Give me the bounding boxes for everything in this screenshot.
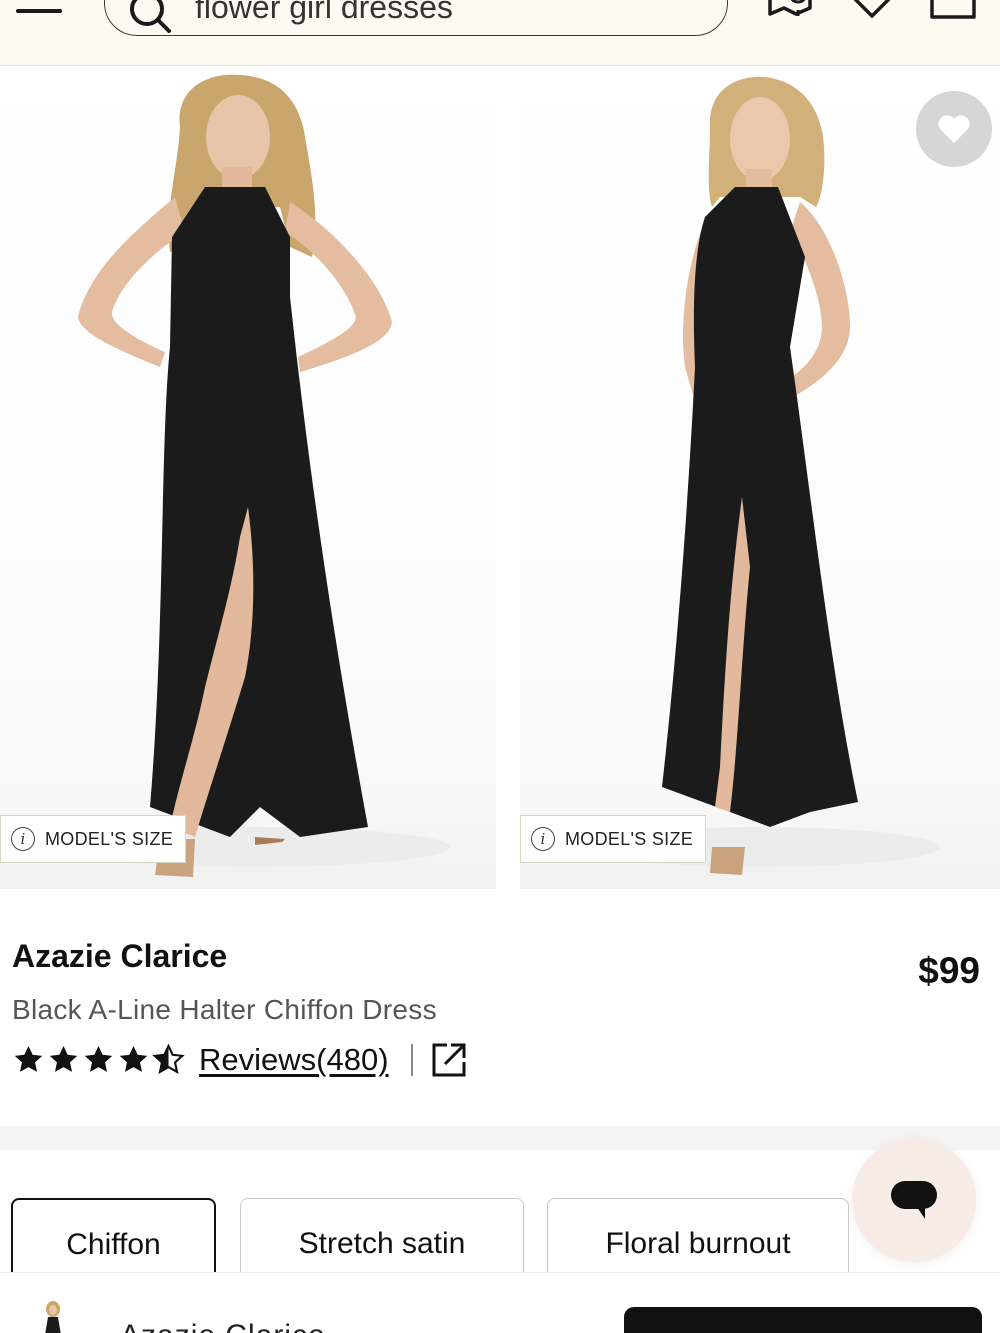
heart-icon — [938, 115, 970, 143]
bag-icon[interactable] — [928, 0, 980, 20]
section-divider — [0, 1126, 1000, 1150]
chat-bubble-icon — [891, 1181, 937, 1219]
rating-row: Reviews(480) — [12, 1040, 467, 1080]
rating-stars — [12, 1044, 185, 1076]
models-size-button[interactable]: i MODEL'S SIZE — [0, 815, 187, 863]
bottom-product-name: Azazie Clarice — [120, 1319, 326, 1333]
product-brand: Azazie Clarice — [12, 938, 228, 974]
add-to-wishlist-button[interactable] — [916, 91, 992, 167]
search-input[interactable]: flower girl dresses — [104, 0, 728, 36]
bottom-action-bar: Azazie Clarice — [0, 1272, 1000, 1333]
half-star-icon — [152, 1044, 185, 1074]
reviews-link[interactable]: Reviews(480) — [199, 1042, 389, 1078]
star-icon — [14, 1046, 43, 1072]
models-size-button[interactable]: i MODEL'S SIZE — [520, 815, 707, 863]
chat-button[interactable] — [852, 1138, 976, 1262]
star-icon — [84, 1046, 113, 1072]
menu-icon[interactable] — [16, 0, 64, 14]
star-icon — [119, 1046, 148, 1072]
model-photo-image — [50, 74, 450, 877]
fabric-label: Floral burnout — [605, 1227, 791, 1260]
share-icon[interactable] — [431, 1042, 467, 1078]
add-to-bag-button[interactable] — [624, 1307, 982, 1333]
fabric-label: Stretch satin — [298, 1227, 466, 1260]
info-icon: i — [11, 827, 35, 851]
models-size-label: MODEL'S SIZE — [565, 828, 694, 849]
location-icon[interactable] — [766, 0, 818, 20]
model-photo-image — [580, 76, 940, 875]
top-header: flower girl dresses — [0, 0, 1000, 66]
info-icon: i — [531, 827, 555, 851]
product-photo-front[interactable]: i MODEL'S SIZE — [0, 67, 496, 889]
product-price: $99 — [918, 950, 980, 991]
product-gallery[interactable]: i MODEL'S SIZE i MODEL'S SIZE — [0, 67, 1000, 889]
search-text: flower girl dresses — [195, 0, 453, 25]
heart-icon[interactable] — [846, 0, 898, 20]
star-icon — [49, 1046, 78, 1072]
divider — [410, 1044, 413, 1076]
search-icon — [130, 0, 171, 33]
product-subtitle: Black A-Line Halter Chiffon Dress — [12, 994, 437, 1025]
fabric-label: Chiffon — [66, 1228, 161, 1261]
product-photo-side[interactable]: i MODEL'S SIZE — [520, 67, 1000, 889]
product-thumbnail — [45, 1301, 61, 1333]
models-size-label: MODEL'S SIZE — [45, 828, 174, 849]
